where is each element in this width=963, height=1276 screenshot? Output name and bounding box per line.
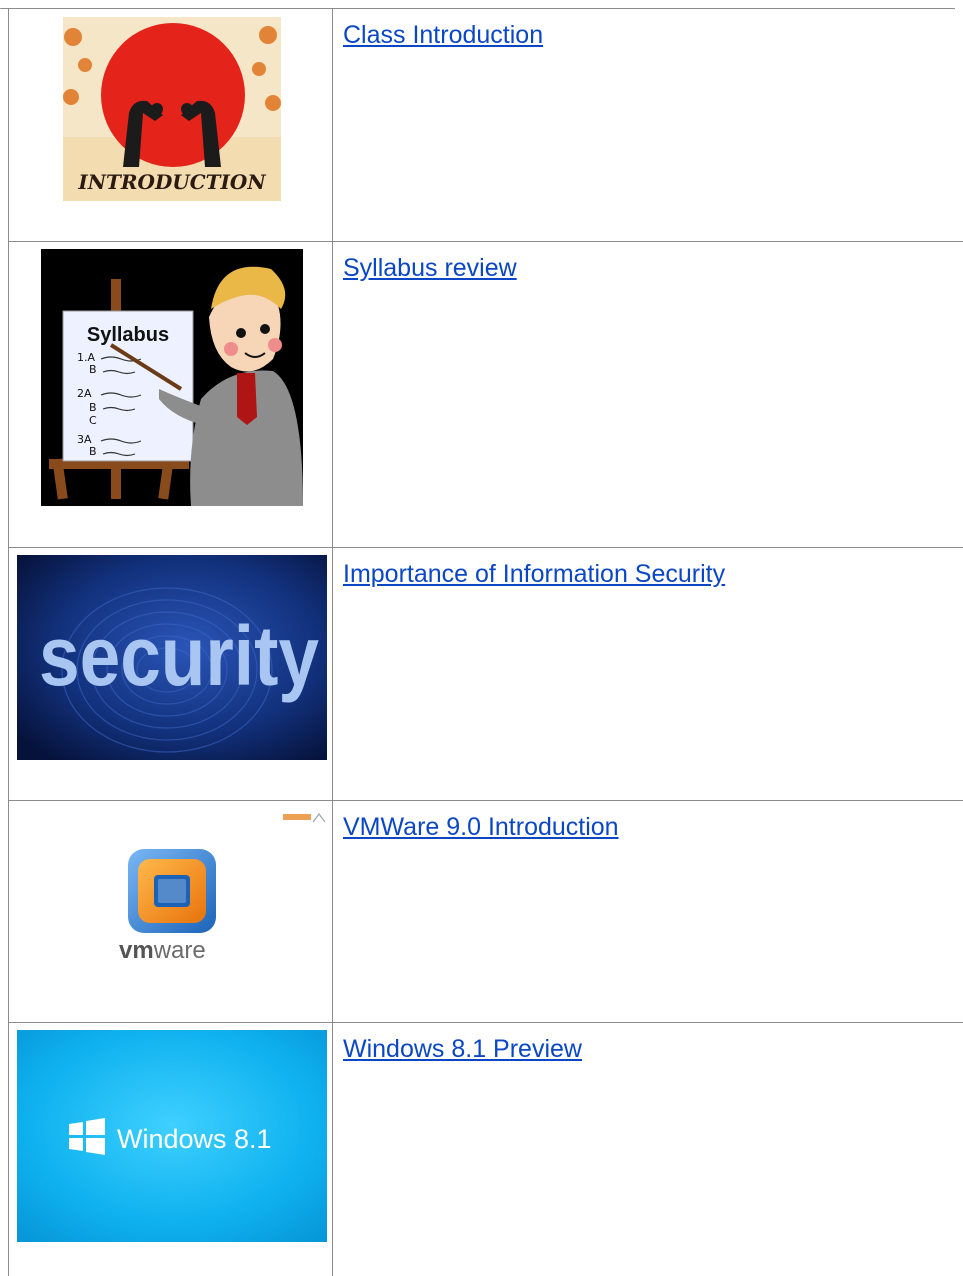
table-column-divider (332, 8, 333, 1276)
link-importance-information-security[interactable]: Importance of Information Security (343, 559, 725, 589)
syllabus-line: C (89, 414, 97, 427)
windows-caption: Windows 8.1 (117, 1124, 272, 1154)
syllabus-line: 2A (77, 387, 92, 400)
security-image: security (17, 555, 327, 760)
security-caption: security (39, 609, 319, 703)
syllabus-line: B (89, 401, 97, 414)
vmware-caption-bold: vm (119, 937, 154, 964)
link-class-introduction[interactable]: Class Introduction (343, 20, 543, 50)
windows-logo-image: Windows 8.1 (17, 1030, 327, 1242)
introduction-caption: INTRODUCTION (77, 170, 266, 194)
syllabus-line: B (89, 445, 97, 458)
introduction-image: INTRODUCTION (63, 17, 281, 201)
table-row-border (0, 8, 955, 9)
link-syllabus-review[interactable]: Syllabus review (343, 253, 517, 283)
table-row-border (8, 547, 963, 548)
vmware-logo-image: vmware (108, 845, 233, 965)
syllabus-caption: Syllabus (87, 324, 169, 346)
vmware-caption-light: ware (153, 937, 206, 964)
table-row-border (8, 241, 963, 242)
link-windows-preview[interactable]: Windows 8.1 Preview (343, 1034, 582, 1064)
small-watermark-logo (283, 812, 325, 824)
table-row-border (8, 1022, 963, 1023)
svg-text:vmware: vmware (119, 937, 206, 964)
syllabus-image: Syllabus 1.A B 2A B C 3A B (41, 249, 303, 506)
syllabus-line: B (89, 363, 97, 376)
table-left-border (8, 8, 9, 1276)
link-vmware-introduction[interactable]: VMWare 9.0 Introduction (343, 812, 619, 842)
table-row-border (8, 800, 963, 801)
